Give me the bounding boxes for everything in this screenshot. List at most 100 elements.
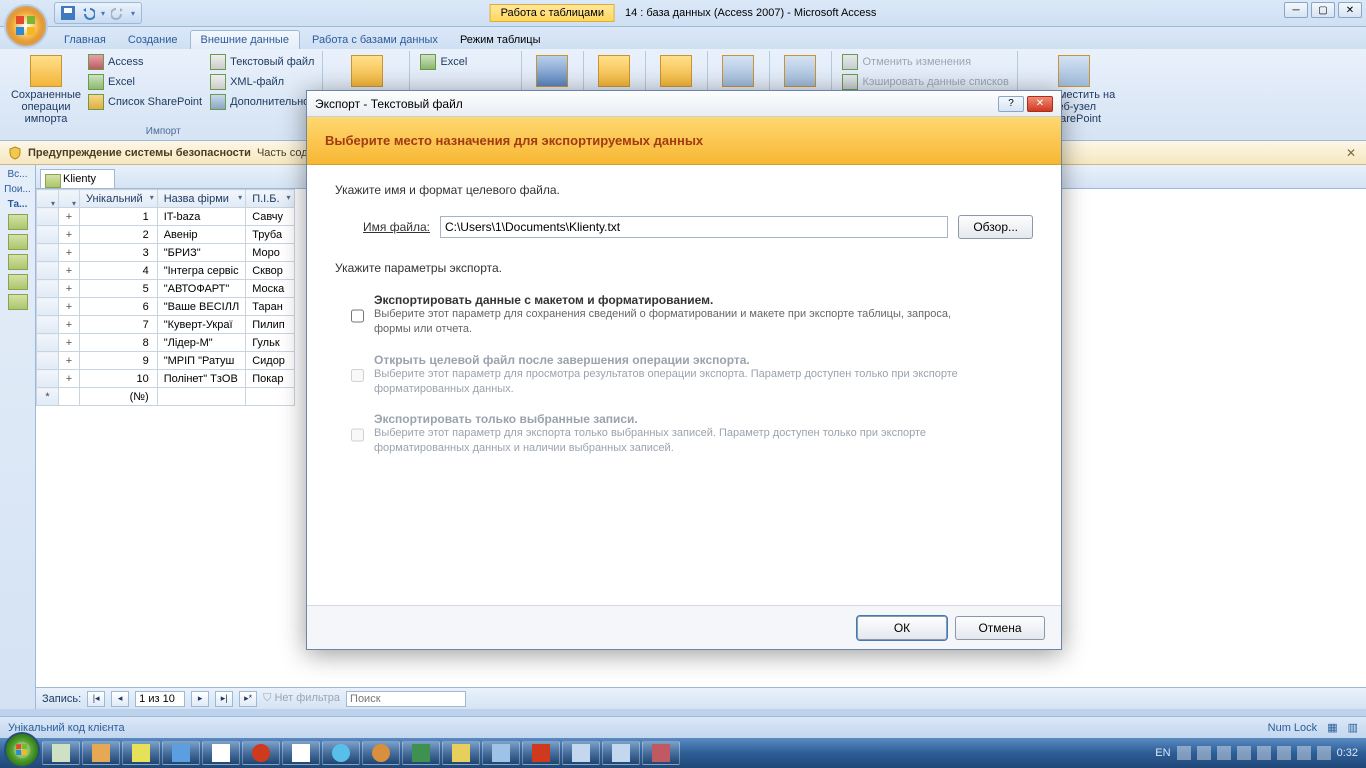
taskbar-app-icon[interactable]: [322, 741, 360, 765]
nav-last-button[interactable]: ▸|: [215, 691, 233, 707]
nav-table-icon[interactable]: [8, 234, 28, 250]
taskbar-app-icon[interactable]: [162, 741, 200, 765]
export-formatted-checkbox[interactable]: [351, 295, 364, 337]
nav-search-label[interactable]: Пои...: [4, 184, 31, 195]
browse-button[interactable]: Обзор...: [958, 215, 1033, 239]
nav-table-icon[interactable]: [8, 254, 28, 270]
minimize-button[interactable]: ─: [1284, 2, 1308, 18]
document-tab-klienty[interactable]: Klienty: [40, 169, 115, 188]
cell-firm[interactable]: [157, 388, 245, 406]
collect-button-2[interactable]: [654, 53, 698, 91]
cell-pib[interactable]: Моро: [246, 244, 294, 262]
cell-pib[interactable]: Моска: [246, 280, 294, 298]
undo-dropdown-icon[interactable]: ▾: [101, 9, 105, 18]
view-design-icon[interactable]: ▥: [1348, 721, 1358, 734]
clock[interactable]: 0:32: [1337, 747, 1358, 759]
taskbar-app-icon[interactable]: [82, 741, 120, 765]
nav-tables-label[interactable]: Та...: [8, 199, 28, 210]
cell-firm[interactable]: "МРІП "Ратуш: [157, 352, 245, 370]
cell-id[interactable]: 2: [80, 226, 158, 244]
taskbar-app-icon[interactable]: [122, 741, 160, 765]
table-row[interactable]: + 8 "Лідер-М" Гульк: [37, 334, 295, 352]
cell-id[interactable]: (№): [80, 388, 158, 406]
undo-icon[interactable]: [81, 6, 95, 20]
expand-button[interactable]: +: [59, 316, 80, 334]
taskbar-app-icon[interactable]: [202, 741, 240, 765]
taskbar-app-icon[interactable]: [482, 741, 520, 765]
taskbar-app-icon[interactable]: [442, 741, 480, 765]
close-button[interactable]: ✕: [1338, 2, 1362, 18]
redo-icon[interactable]: [111, 6, 125, 20]
cell-id[interactable]: 7: [80, 316, 158, 334]
table-row[interactable]: + 7 "Куверт-Украї Пилип: [37, 316, 295, 334]
tray-icon[interactable]: [1297, 746, 1311, 760]
record-search-input[interactable]: [346, 691, 466, 707]
view-datasheet-icon[interactable]: ▦: [1327, 721, 1337, 734]
row-header[interactable]: [37, 280, 59, 298]
row-header[interactable]: [37, 352, 59, 370]
row-header[interactable]: [37, 316, 59, 334]
ok-button[interactable]: ОК: [857, 616, 947, 640]
cell-id[interactable]: 8: [80, 334, 158, 352]
nav-table-icon[interactable]: [8, 274, 28, 290]
cell-pib[interactable]: Таран: [246, 298, 294, 316]
table-row[interactable]: + 2 Авенір Труба: [37, 226, 295, 244]
cell-pib[interactable]: Пилип: [246, 316, 294, 334]
cell-firm[interactable]: "Куверт-Украї: [157, 316, 245, 334]
cell-firm[interactable]: IT-baza: [157, 208, 245, 226]
cell-firm[interactable]: "АВТОФАРТ": [157, 280, 245, 298]
expand-column-header[interactable]: [59, 190, 80, 208]
nav-next-button[interactable]: ▸: [191, 691, 209, 707]
qat-customize-icon[interactable]: ▾: [131, 9, 135, 18]
table-row[interactable]: + 1 IT-baza Савчу: [37, 208, 295, 226]
cell-id[interactable]: 4: [80, 262, 158, 280]
column-header-pib[interactable]: П.І.Б.: [246, 190, 294, 208]
tray-icon[interactable]: [1317, 746, 1331, 760]
import-sharepoint-button[interactable]: Список SharePoint: [86, 93, 204, 111]
cell-pib[interactable]: Сидор: [246, 352, 294, 370]
tray-icon[interactable]: [1257, 746, 1271, 760]
filename-input[interactable]: [440, 216, 948, 238]
cell-id[interactable]: 3: [80, 244, 158, 262]
cell-pib[interactable]: Покар: [246, 370, 294, 388]
table-row[interactable]: + 10 Полінет" ТзОВ Покар: [37, 370, 295, 388]
cancel-button[interactable]: Отмена: [955, 616, 1045, 640]
cell-firm[interactable]: Авенір: [157, 226, 245, 244]
cell-firm[interactable]: "Ваше ВЕСІЛЛ: [157, 298, 245, 316]
new-record-row[interactable]: * (№): [37, 388, 295, 406]
row-header[interactable]: [37, 298, 59, 316]
column-header-id[interactable]: Унікальний: [80, 190, 158, 208]
row-header[interactable]: [37, 370, 59, 388]
tab-external-data[interactable]: Внешние данные: [190, 30, 300, 49]
tray-icon[interactable]: [1277, 746, 1291, 760]
sync-button[interactable]: [778, 53, 822, 91]
tray-icon[interactable]: [1217, 746, 1231, 760]
expand-button[interactable]: +: [59, 244, 80, 262]
expand-button[interactable]: +: [59, 280, 80, 298]
cell-firm[interactable]: "Лідер-М": [157, 334, 245, 352]
cell-firm[interactable]: Полінет" ТзОВ: [157, 370, 245, 388]
cell-id[interactable]: 6: [80, 298, 158, 316]
row-header[interactable]: [37, 208, 59, 226]
nav-table-icon[interactable]: [8, 294, 28, 310]
taskbar-app-icon[interactable]: [282, 741, 320, 765]
record-position-input[interactable]: [135, 691, 185, 707]
navigation-pane[interactable]: Вс... Пои... Та...: [0, 165, 36, 709]
table-row[interactable]: + 3 "БРИЗ" Моро: [37, 244, 295, 262]
table-row[interactable]: + 9 "МРІП "Ратуш Сидор: [37, 352, 295, 370]
cell-firm[interactable]: "Інтегра сервіс: [157, 262, 245, 280]
import-xml-button[interactable]: XML-файл: [208, 73, 316, 91]
expand-button[interactable]: +: [59, 352, 80, 370]
cell-id[interactable]: 1: [80, 208, 158, 226]
expand-button[interactable]: +: [59, 208, 80, 226]
nav-new-button[interactable]: ▸*: [239, 691, 257, 707]
taskbar-app-icon[interactable]: [562, 741, 600, 765]
table-row[interactable]: + 4 "Інтегра сервіс Сквор: [37, 262, 295, 280]
row-header[interactable]: [37, 244, 59, 262]
import-access-button[interactable]: Access: [86, 53, 204, 71]
office-button[interactable]: [4, 4, 48, 48]
import-more-button[interactable]: Дополнительно: [208, 93, 316, 111]
taskbar-app-icon[interactable]: [402, 741, 440, 765]
tab-database-tools[interactable]: Работа с базами данных: [302, 31, 448, 49]
taskbar-app-icon[interactable]: [522, 741, 560, 765]
